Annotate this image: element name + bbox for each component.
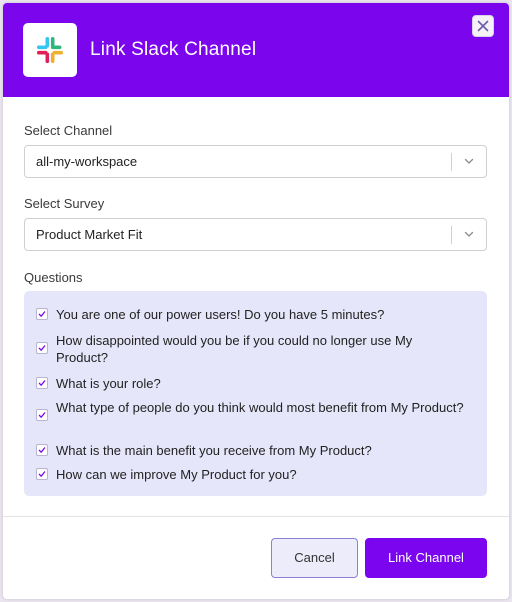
chevron-down-icon[interactable] [464,156,474,166]
slack-logo [23,23,77,77]
question-text: You are one of our power users! Do you h… [56,307,385,322]
checkmark-icon [38,471,46,478]
select-divider [451,153,452,171]
survey-select[interactable]: Product Market Fit [24,218,487,251]
question-checkbox[interactable] [36,377,48,389]
link-slack-channel-modal: Link Slack Channel Select Channel all-my… [3,3,509,599]
questions-list: You are one of our power users! Do you h… [24,291,487,496]
cancel-button[interactable]: Cancel [271,538,358,578]
link-channel-button[interactable]: Link Channel [365,538,487,578]
channel-select-value: all-my-workspace [36,154,138,169]
channel-select[interactable]: all-my-workspace [24,145,487,178]
checkmark-icon [38,412,46,419]
select-channel-label: Select Channel [24,123,113,138]
question-text: What type of people do you think would m… [56,400,464,415]
slack-logo-icon [37,37,63,63]
checkmark-icon [38,345,46,352]
questions-label: Questions [24,270,83,285]
question-checkbox[interactable] [36,409,48,421]
select-survey-label: Select Survey [24,196,105,211]
question-checkbox[interactable] [36,342,48,354]
question-checkbox[interactable] [36,444,48,456]
close-icon [477,20,489,32]
close-button[interactable] [472,15,494,37]
footer-divider [3,516,509,517]
checkmark-icon [38,447,46,454]
question-checkbox[interactable] [36,468,48,480]
question-text: What is your role? [56,376,161,391]
select-divider [451,226,452,244]
chevron-down-icon[interactable] [464,229,474,239]
question-checkbox[interactable] [36,308,48,320]
question-text: What is the main benefit you receive fro… [56,443,372,458]
checkmark-icon [38,311,46,318]
question-text: How disappointed would you be if you cou… [56,333,413,365]
modal-header: Link Slack Channel [3,3,509,97]
modal-title: Link Slack Channel [90,39,257,60]
question-text: How can we improve My Product for you? [56,467,297,482]
checkmark-icon [38,380,46,387]
survey-select-value: Product Market Fit [36,227,143,242]
